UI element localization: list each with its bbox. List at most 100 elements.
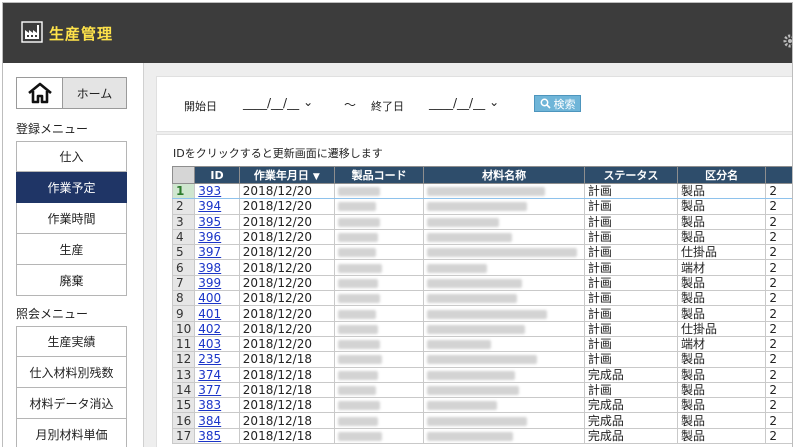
date-cell: 2018/12/20 xyxy=(238,320,335,337)
table-row[interactable]: 16 384 2018/12/18 完成品 製品 2 xyxy=(171,412,792,429)
id-link[interactable]: 235 xyxy=(198,353,221,366)
redacted-text xyxy=(427,217,500,227)
id-link[interactable]: 401 xyxy=(198,307,221,320)
table-row[interactable]: 14 377 2018/12/18 計画 製品 2 xyxy=(171,381,792,399)
table-row[interactable]: 7 399 2018/12/20 計画 製品 2 xyxy=(171,274,792,292)
status-cell: 計画 xyxy=(583,274,678,292)
id-link[interactable]: 399 xyxy=(198,276,221,289)
product-code-cell xyxy=(333,320,425,337)
id-link[interactable]: 402 xyxy=(198,322,221,335)
menu-item-zaizansu[interactable]: 仕入材料別残数 xyxy=(16,357,127,388)
id-link[interactable]: 403 xyxy=(198,337,221,350)
redacted-text xyxy=(427,370,516,380)
table-row[interactable]: 15 383 2018/12/18 完成品 製品 2 xyxy=(171,397,792,414)
menu-item-sagyou-yotei[interactable]: 作業予定 xyxy=(16,172,127,203)
menu-item-seisan-jisseki[interactable]: 生産実績 xyxy=(16,326,127,357)
home-button[interactable]: ホーム xyxy=(16,77,127,109)
redacted-text xyxy=(337,431,382,441)
date-cell: 2018/12/20 xyxy=(238,274,335,292)
product-code-cell xyxy=(333,290,425,307)
gear-icon[interactable] xyxy=(782,33,793,49)
corner-cell[interactable] xyxy=(171,166,196,184)
material-name-cell xyxy=(423,213,585,230)
table-row[interactable]: 9 401 2018/12/20 計画 製品 2 xyxy=(171,305,792,322)
col-header-product-code[interactable]: 製品コード xyxy=(333,166,425,184)
table-row[interactable]: 4 396 2018/12/20 計画 製品 2 xyxy=(171,228,792,246)
col-header-material-name[interactable]: 材料名称 xyxy=(423,166,585,184)
kubun-cell: 製品 xyxy=(676,397,767,414)
id-link[interactable]: 400 xyxy=(198,292,221,305)
id-link[interactable]: 377 xyxy=(198,383,221,396)
menu-item-keshikomi[interactable]: 材料データ消込 xyxy=(16,388,127,419)
start-date-value: ____/__/__ xyxy=(243,96,300,110)
table-row[interactable]: 2 394 2018/12/20 計画 製品 2 xyxy=(171,198,792,215)
status-cell: 計画 xyxy=(583,290,678,307)
id-cell: 398 xyxy=(194,259,240,276)
col-header-kubun[interactable]: 区分名 xyxy=(676,166,767,184)
redacted-text xyxy=(427,187,546,197)
table-row[interactable]: 13 374 2018/12/18 完成品 製品 2 xyxy=(171,366,792,383)
col-header-status[interactable]: ステータス xyxy=(583,166,678,184)
status-cell: 計画 xyxy=(583,381,678,399)
redacted-text xyxy=(427,309,548,319)
search-button[interactable]: 検索 xyxy=(534,95,581,112)
id-link[interactable]: 397 xyxy=(198,246,221,259)
table-row[interactable]: 12 235 2018/12/18 計画 製品 2 xyxy=(171,351,792,368)
date-cell: 2018/12/20 xyxy=(238,290,335,307)
table-row[interactable]: 8 400 2018/12/20 計画 製品 2 xyxy=(171,290,792,307)
date-cell: 2018/12/18 xyxy=(238,397,335,414)
redacted-text xyxy=(337,294,380,304)
register-menu-title: 登録メニュー xyxy=(16,122,89,136)
product-code-cell xyxy=(333,397,425,414)
id-link[interactable]: 398 xyxy=(198,261,221,274)
menu-item-seisan[interactable]: 生産 xyxy=(16,234,127,265)
date-cell: 2018/12/18 xyxy=(238,412,335,429)
end-date-input[interactable]: ____/__/__ ⌄ xyxy=(429,95,500,110)
redacted-text xyxy=(337,355,382,365)
table-row[interactable]: 5 397 2018/12/20 計画 仕掛品 2 xyxy=(171,244,792,261)
material-name-cell xyxy=(423,427,585,445)
menu-item-haiki[interactable]: 廃棄 xyxy=(16,265,127,296)
material-name-cell xyxy=(423,412,585,429)
status-cell: 計画 xyxy=(583,213,678,230)
id-link[interactable]: 394 xyxy=(198,200,221,213)
menu-item-tanka[interactable]: 月別材料単価 xyxy=(16,419,127,447)
redacted-text xyxy=(337,248,376,258)
redacted-text xyxy=(337,263,382,273)
col-header-extra[interactable] xyxy=(765,166,792,184)
id-link[interactable]: 393 xyxy=(198,185,221,198)
kubun-cell: 端材 xyxy=(676,335,767,353)
id-link[interactable]: 395 xyxy=(198,215,221,228)
redacted-text xyxy=(337,401,380,411)
table-row[interactable]: 6 398 2018/12/20 計画 端材 2 xyxy=(171,259,792,276)
table-row[interactable]: 1 393 2018/12/20 計画 製品 2 xyxy=(171,182,792,200)
table-row[interactable]: 17 385 2018/12/18 完成品 製品 2 xyxy=(171,427,792,445)
menu-item-shiire[interactable]: 仕入 xyxy=(16,141,127,172)
col-header-id[interactable]: ID xyxy=(194,166,240,184)
data-grid: ID 作業年月日 ▼ 製品コード 材料名称 ステータス 区分名 1 393 2018/… xyxy=(171,166,792,445)
id-link[interactable]: 374 xyxy=(198,368,221,381)
product-code-cell xyxy=(333,412,425,429)
table-row[interactable]: 3 395 2018/12/20 計画 製品 2 xyxy=(171,213,792,230)
id-link[interactable]: 385 xyxy=(198,429,221,442)
redacted-text xyxy=(427,401,498,411)
row-number: 9 xyxy=(171,305,196,322)
status-cell: 完成品 xyxy=(583,412,678,429)
id-link[interactable]: 396 xyxy=(198,230,221,243)
id-link[interactable]: 383 xyxy=(198,399,221,412)
table-row[interactable]: 11 403 2018/12/20 計画 端材 2 xyxy=(171,335,792,353)
status-cell: 計画 xyxy=(583,259,678,276)
start-date-input[interactable]: ____/__/__ ⌄ xyxy=(243,95,313,110)
id-link[interactable]: 384 xyxy=(198,414,221,427)
table-row[interactable]: 10 402 2018/12/20 計画 仕掛品 2 xyxy=(171,320,792,337)
product-code-cell xyxy=(333,427,425,445)
id-cell: 400 xyxy=(194,290,240,307)
chevron-down-icon: ⌄ xyxy=(489,95,500,109)
app-title: 生産管理 xyxy=(49,25,114,43)
id-cell: 401 xyxy=(194,305,240,322)
row-number: 11 xyxy=(171,335,196,353)
redacted-text xyxy=(337,340,380,350)
id-cell: 377 xyxy=(194,381,240,399)
col-header-date[interactable]: 作業年月日 ▼ xyxy=(238,166,335,184)
menu-item-sagyou-jikan[interactable]: 作業時間 xyxy=(16,203,127,234)
